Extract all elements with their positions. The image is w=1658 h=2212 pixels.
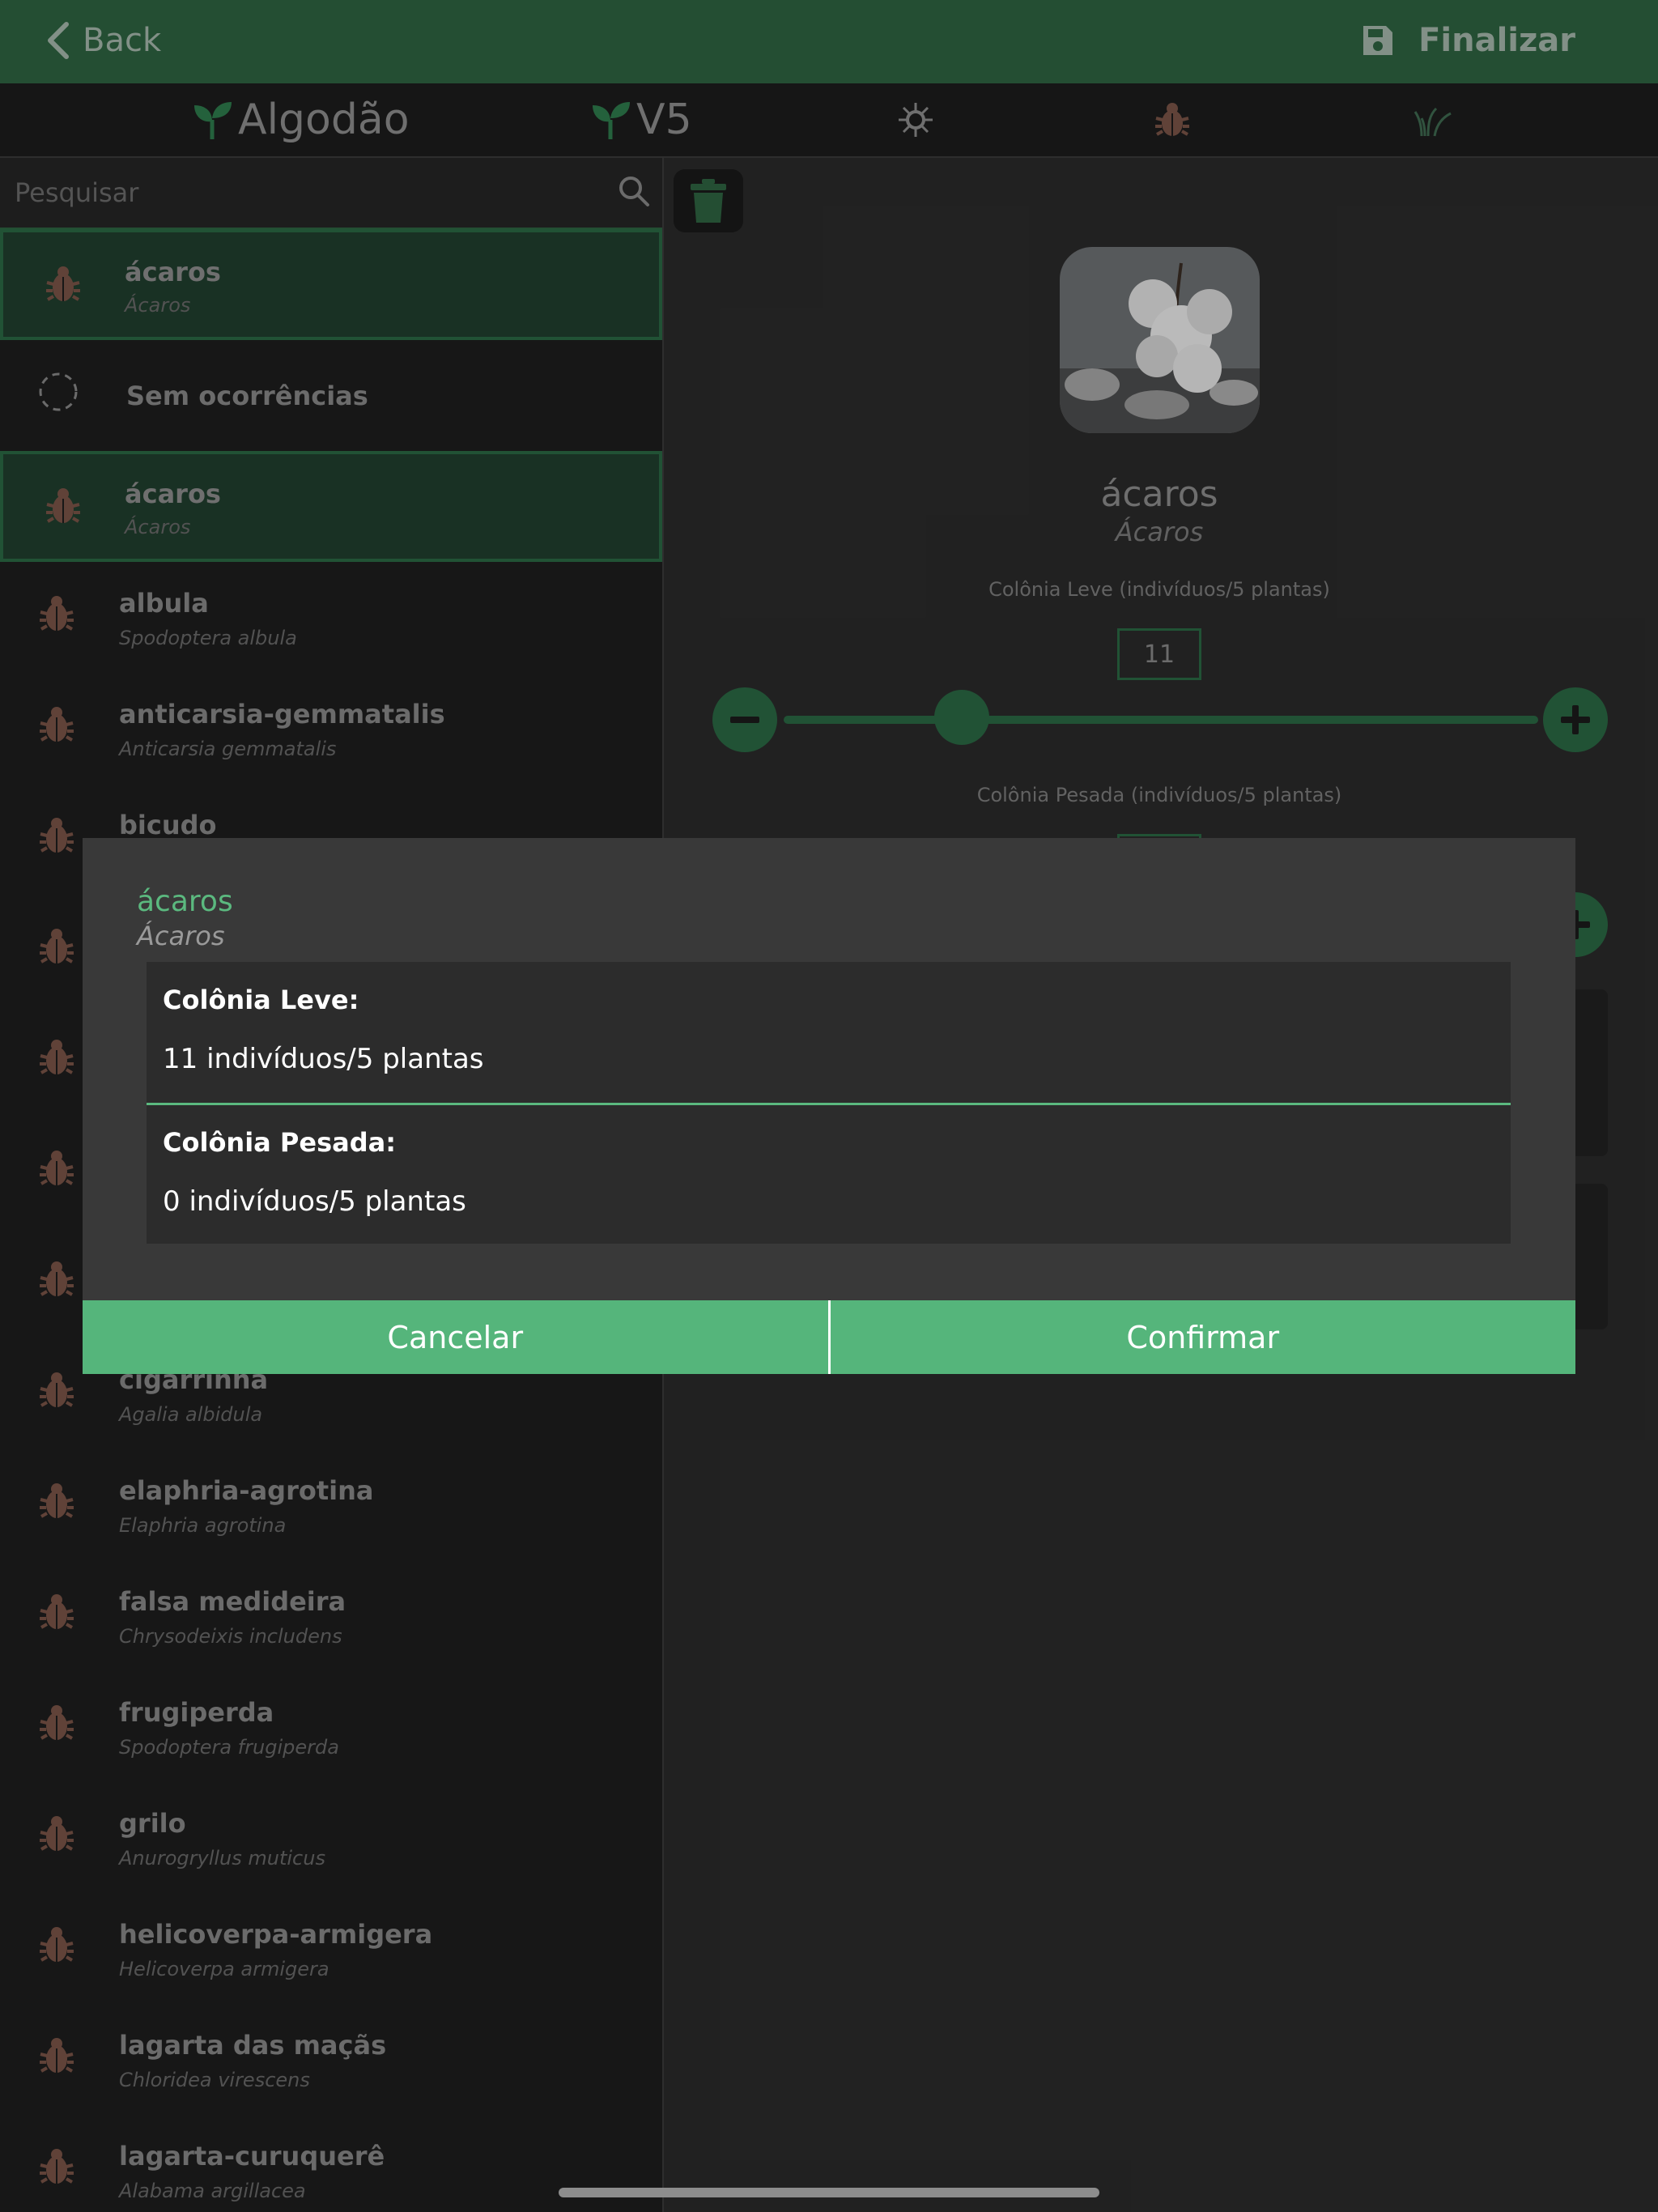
- dialog-summary: Colônia Leve: 11 indivíduos/5 plantas Co…: [147, 962, 1511, 1244]
- dialog-leve-value: 11 indivíduos/5 plantas: [163, 1043, 484, 1075]
- cancel-button[interactable]: Cancelar: [83, 1300, 828, 1374]
- dialog-pesada-value: 0 indivíduos/5 plantas: [163, 1185, 466, 1218]
- dialog-pest-name: ácaros: [137, 885, 233, 918]
- confirm-button[interactable]: Confirmar: [831, 1300, 1576, 1374]
- dialog-pest-scientific: Ácaros: [137, 921, 225, 951]
- home-indicator[interactable]: [559, 2188, 1099, 2197]
- dialog-leve-title: Colônia Leve:: [163, 985, 359, 1015]
- dialog-divider: [147, 1103, 1511, 1105]
- dialog-pesada-title: Colônia Pesada:: [163, 1127, 396, 1158]
- confirm-dialog: ácaros Ácaros Colônia Leve: 11 indivíduo…: [83, 838, 1575, 1374]
- dialog-actions: Cancelar Confirmar: [83, 1300, 1575, 1374]
